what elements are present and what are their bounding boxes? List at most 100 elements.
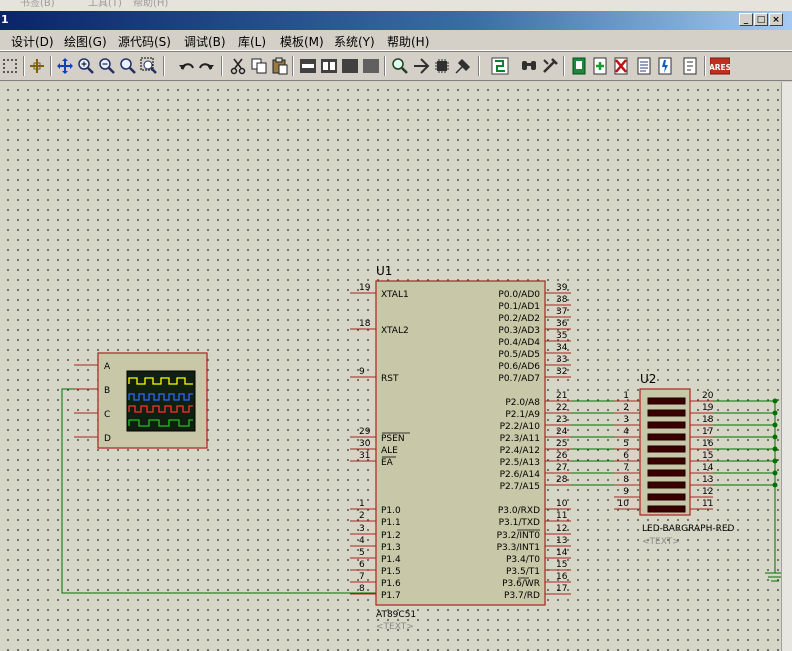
menu-library[interactable]: 库(L) [238,33,266,50]
u1-pin-name: P1.6 [381,579,401,589]
origin-icon[interactable] [27,56,47,76]
menu-graph[interactable]: 绘图(G) [64,33,107,50]
title-bar: 1 [0,11,792,30]
bg-menu-item: 书签(B) [20,0,55,9]
u2-led-segment [647,445,686,453]
u2-pin-number: 20 [702,391,714,401]
u1-pin-number: 21 [556,391,567,401]
u2-pin-number: 16 [702,439,714,449]
u2-led-segment [647,421,686,429]
menu-source[interactable]: 源代码(S) [118,33,171,50]
bg-menu-item: 工具(T) [88,0,122,9]
oscilloscope[interactable]: A B C D [74,352,208,449]
u1-pin-number: 37 [556,307,567,317]
toolbar-separator [221,56,223,76]
block-move-icon[interactable] [319,56,339,76]
u1-pin-name: P3.7/RD [504,591,540,601]
zoom-in-icon[interactable] [76,56,96,76]
pick-device-icon[interactable] [390,56,410,76]
u1-pin-number: 22 [556,403,567,413]
restore-button[interactable]: □ [754,13,768,26]
wire-p2-bus[interactable] [571,400,614,486]
grid-icon[interactable] [0,56,20,76]
paste-icon[interactable] [270,56,290,76]
u2-pin-number: 2 [623,403,629,413]
zoom-all-icon[interactable] [118,56,138,76]
u2-bargraph[interactable]: U2 LED-BARGRAPH-RED <TEXT> 1 20 2 19 3 18 4 17 5… [614,372,735,547]
wire-u2-right[interactable] [713,398,778,488]
u1-pin-number: 24 [556,427,568,437]
u1-pin-name: EA [381,458,394,468]
u1-pin-number: 14 [556,548,568,558]
u1-pin-number: 11 [556,511,567,521]
block-delete-icon[interactable] [361,56,381,76]
electrical-check-icon[interactable] [655,56,675,76]
u2-led-segment [647,469,686,477]
menu-bar: 设计(D) 绘图(G) 源代码(S) 调试(B) 库(L) 模板(M) 系统(Y… [0,30,792,51]
u1-pin-number: 33 [556,355,567,365]
copy-icon[interactable] [249,56,269,76]
undo-icon[interactable] [176,56,196,76]
u1-pin-number: 30 [359,439,371,449]
sheet-icon[interactable] [680,56,700,76]
u1-pin-name: P3.6/WR [502,579,540,589]
wire-vcc-bus[interactable] [713,400,776,573]
u2-pin-number: 6 [623,451,629,461]
remove-sheet-icon[interactable] [611,56,631,76]
netlist-icon[interactable] [569,56,589,76]
u1-pin-number: 6 [359,560,365,570]
toolbar: ARES [0,51,792,81]
block-rotate-icon[interactable] [340,56,360,76]
u1-pin-number: 31 [359,451,370,461]
cut-icon[interactable] [228,56,248,76]
schematic-drawing: A B C D U1 AT89C51 <TEXT> 19XTAL118XTAL2… [61,264,781,632]
property-tool-icon[interactable] [540,56,560,76]
toolbar-separator [23,56,25,76]
decompose-icon[interactable] [453,56,473,76]
u2-pin-number: 3 [623,415,629,425]
zoom-out-icon[interactable] [97,56,117,76]
u2-pin-number: 7 [623,463,629,473]
u1-pin-number: 16 [556,572,568,582]
menu-design[interactable]: 设计(D) [11,33,54,50]
wire-junction [772,422,778,428]
toolbar-separator [292,56,294,76]
ares-icon[interactable]: ARES [710,56,730,76]
u1-pin-number: 36 [556,319,568,329]
block-copy-icon[interactable] [298,56,318,76]
menu-debug[interactable]: 调试(B) [184,33,226,50]
u1-pin-number: 1 [359,499,365,509]
menu-template[interactable]: 模板(M) [280,33,324,50]
redo-icon[interactable] [197,56,217,76]
u2-text-placeholder: <TEXT> [642,537,680,547]
search-icon[interactable] [519,56,539,76]
u1-pin-name: P3.4/T0 [506,555,540,565]
u1-pin-name: P0.2/AD2 [498,314,540,324]
new-sheet-icon[interactable] [590,56,610,76]
u1-pin-name: P2.1/A9 [505,410,540,420]
u1-pin-name: P1.7 [381,591,401,601]
wire-autoroute-icon[interactable] [490,56,510,76]
close-button[interactable]: × [769,13,783,26]
u2-pin-number: 1 [623,391,629,401]
toolbar-separator [163,56,165,76]
u1-pin-number: 25 [556,439,567,449]
schematic-canvas[interactable]: A B C D U1 AT89C51 <TEXT> 19 XTAL1 18 XTAL2… [0,82,781,651]
u2-led-segment [647,481,686,489]
u1-chip[interactable]: U1 AT89C51 <TEXT> 19 XTAL1 18 XTAL2 9 RST 29 PS… [350,264,571,632]
package-icon[interactable] [432,56,452,76]
u2-led-segment [647,433,686,441]
minimize-button[interactable]: _ [739,13,753,26]
menu-system[interactable]: 系统(Y) [334,33,375,50]
pan-icon[interactable] [55,56,75,76]
vertical-scrollbar[interactable] [781,82,792,651]
u2-pin-number: 17 [702,427,713,437]
bom-icon[interactable] [634,56,654,76]
u1-pin-number: 19 [359,283,371,293]
make-device-icon[interactable] [411,56,431,76]
zoom-area-icon[interactable] [139,56,159,76]
wire-junction [772,482,778,488]
menu-help[interactable]: 帮助(H) [387,33,429,50]
u1-text-placeholder: <TEXT> [376,622,414,632]
u1-pin-number: 17 [556,584,567,594]
